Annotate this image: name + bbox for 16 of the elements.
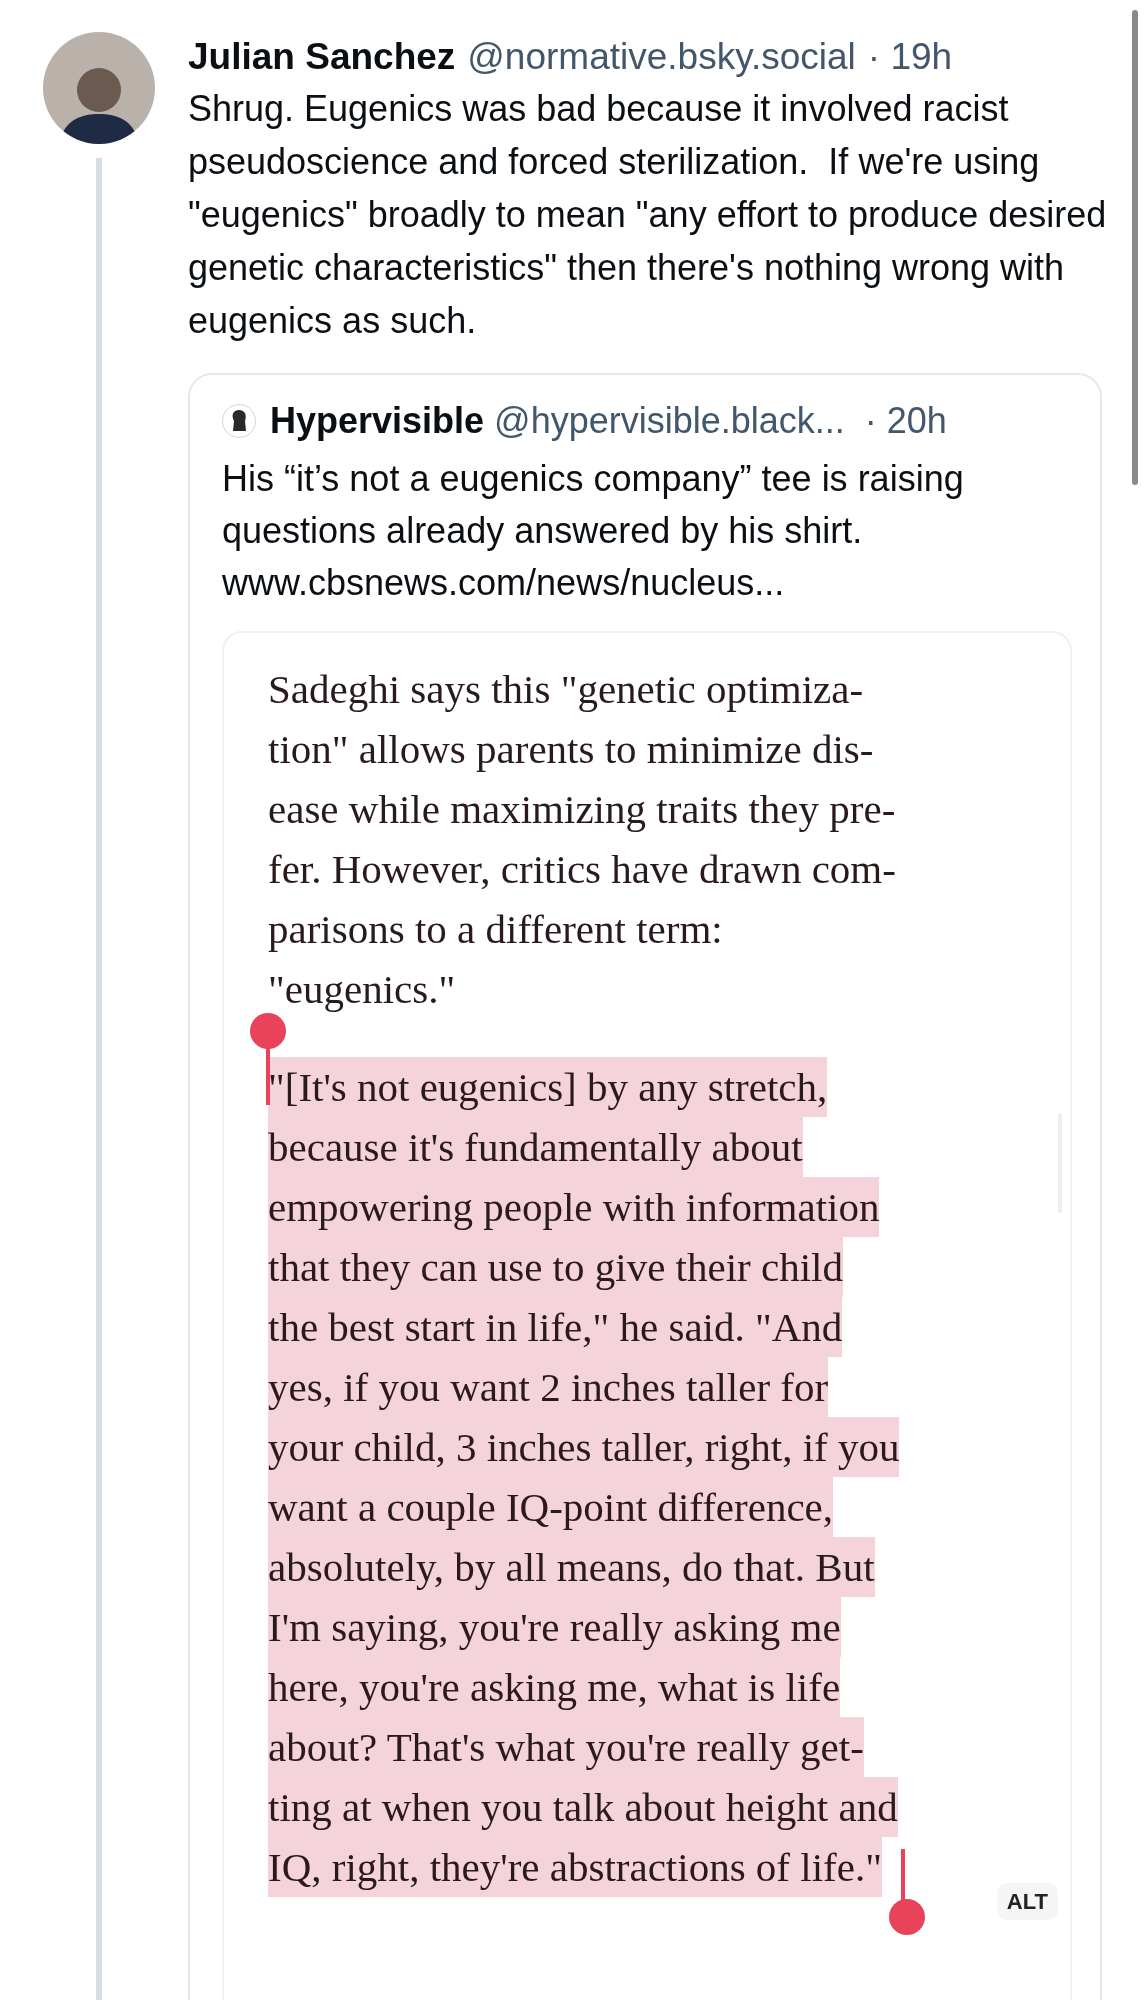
- author-handle[interactable]: @normative.bsky.social: [467, 32, 856, 82]
- author-name[interactable]: Julian Sanchez: [188, 32, 456, 82]
- quote-avatar[interactable]: [222, 404, 256, 438]
- quote-author-handle[interactable]: @hypervisible.black...: [494, 397, 845, 445]
- post-text: Shrug. Eugenics was bad because it involved racist pseudoscience and forced sterilization. If we're using "eugenics" broadly to mean "any effort to produce desired genetic characteristics" then there's nothing wrong with eugenics as such.: [188, 87, 1108, 343]
- quote-author-name[interactable]: Hypervisible: [270, 397, 485, 445]
- scrollbar[interactable]: [1132, 10, 1138, 485]
- post-time[interactable]: · 19h: [867, 32, 953, 82]
- sketch-figure-icon: [230, 409, 248, 433]
- article-paragraph: Sadeghi says this "genetic optimiza- tion" allows parents to minimize dis- ease while maximizing traits they pre- fer. However, critics have drawn com- parisons to a different term: "eugenics.": [268, 665, 896, 1014]
- quote-card[interactable]: [188, 373, 1102, 2000]
- quote-time[interactable]: · 20h: [864, 397, 947, 445]
- alt-badge[interactable]: ALT: [996, 1883, 1058, 1920]
- quote-text: His “it’s not a eugenics company” tee is raising questions already answered by his shirt. www.cbsnews.com/news/nucleus...: [222, 457, 965, 605]
- article-paragraph: "[It's not eugenics] by any stretch, because it's fundamentally about empowering people with information that they can use to give their child the best start in life," he said. "And yes, if you want 2 inches taller for your child, 3 inches taller, right, if you want a couple IQ-point difference, absolutely, by all means, do that. But I'm saying, you're really asking me here, you're asking me, what is life about? That's what you're really get- ting at when you talk about height and IQ, right, they're abstractions of life.": [268, 1057, 900, 1897]
- article-screenshot[interactable]: [222, 631, 1072, 2000]
